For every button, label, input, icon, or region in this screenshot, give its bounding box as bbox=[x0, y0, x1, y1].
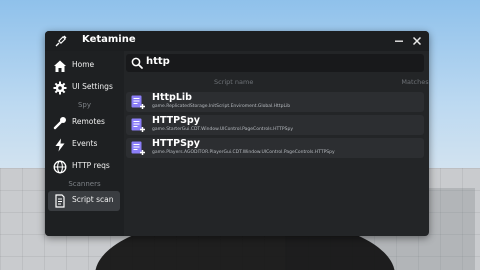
home-icon bbox=[54, 60, 66, 72]
script-scan-panel: http Script name Matches HttpLib game.Re… bbox=[124, 51, 429, 236]
sidebar-item-events[interactable]: Events bbox=[48, 135, 120, 155]
script-add-icon bbox=[131, 141, 145, 155]
sidebar-item-script-scan[interactable]: Script scan bbox=[48, 191, 120, 211]
sidebar-item-ui-settings[interactable]: UI Settings bbox=[48, 78, 120, 98]
search-value: http bbox=[146, 56, 170, 67]
script-name: HTTPSpy bbox=[152, 138, 200, 149]
script-name: HttpLib bbox=[152, 92, 192, 103]
sidebar: Home UI Settings Spy Remotes Events HTTP… bbox=[45, 51, 124, 236]
column-header-script-name: Script name bbox=[214, 78, 254, 86]
section-label-scanners: Scanners bbox=[68, 180, 101, 188]
sidebar-item-label: HTTP reqs bbox=[72, 161, 110, 170]
globe-icon bbox=[53, 160, 67, 174]
minimize-icon bbox=[395, 40, 403, 42]
script-name: HTTPSpy bbox=[152, 115, 200, 126]
gear-icon bbox=[53, 81, 67, 95]
remote-icon bbox=[53, 117, 66, 130]
search-icon bbox=[131, 57, 143, 69]
close-icon bbox=[412, 36, 422, 46]
sidebar-item-label: UI Settings bbox=[72, 82, 113, 91]
script-path: game.StarterGui.CDT.Window.UIControl.Pag… bbox=[152, 127, 293, 132]
sidebar-item-http-reqs[interactable]: HTTP reqs bbox=[48, 157, 120, 177]
section-label-spy: Spy bbox=[77, 101, 92, 109]
script-add-icon bbox=[131, 95, 145, 109]
close-button[interactable] bbox=[409, 33, 425, 49]
sidebar-item-label: Events bbox=[72, 139, 98, 148]
sidebar-item-remotes[interactable]: Remotes bbox=[48, 113, 120, 133]
sidebar-item-home[interactable]: Home bbox=[48, 56, 120, 76]
minimize-button[interactable] bbox=[391, 33, 407, 49]
lightning-icon bbox=[55, 138, 65, 152]
ketamine-window: Ketamine Home UI Settings Spy Remotes Ev… bbox=[45, 31, 429, 236]
title-bar[interactable]: Ketamine bbox=[45, 31, 429, 51]
window-title: Ketamine bbox=[82, 34, 136, 45]
column-header-matches: Matches bbox=[401, 78, 429, 86]
table-row[interactable]: HTTPSpy game.Players.AGODITOR.PlayerGui.… bbox=[126, 138, 424, 158]
sidebar-item-label: Script scan bbox=[72, 195, 114, 204]
script-add-icon bbox=[131, 118, 145, 132]
search-input[interactable]: http bbox=[126, 54, 424, 72]
sidebar-item-label: Remotes bbox=[72, 117, 105, 126]
script-icon bbox=[55, 194, 65, 208]
script-path: game.ReplicatedStorage.InitScript.Enviro… bbox=[152, 104, 291, 109]
syringe-icon bbox=[55, 35, 67, 47]
sidebar-item-label: Home bbox=[72, 60, 95, 69]
table-row[interactable]: HttpLib game.ReplicatedStorage.InitScrip… bbox=[126, 92, 424, 112]
script-path: game.Players.AGODITOR.PlayerGui.CDT.Wind… bbox=[152, 150, 335, 155]
table-row[interactable]: HTTPSpy game.StarterGui.CDT.Window.UICon… bbox=[126, 115, 424, 135]
